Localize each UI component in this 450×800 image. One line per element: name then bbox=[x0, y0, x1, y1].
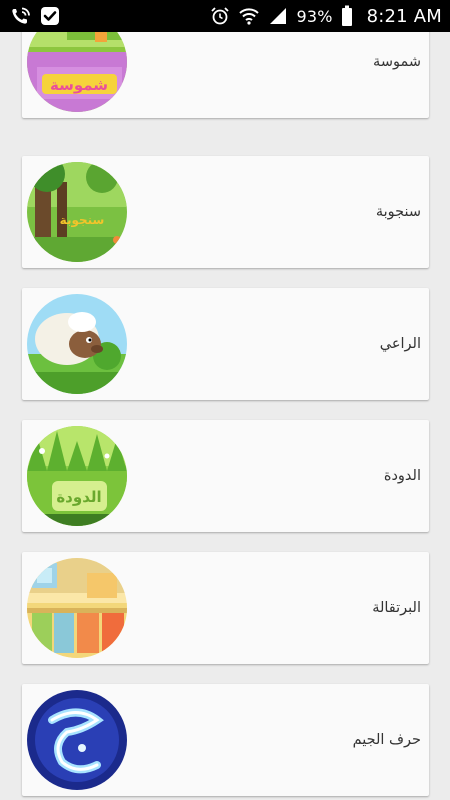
cartoon-list[interactable]: شموسة شموسة سنجوبة سنجوبة الراعي الدودة … bbox=[0, 32, 450, 800]
svg-text:سنجوبة: سنجوبة bbox=[60, 213, 105, 228]
list-item-shepherd[interactable]: الراعي bbox=[22, 288, 429, 400]
signal-icon bbox=[268, 6, 288, 26]
status-bar: 93% 8:21 AM bbox=[0, 0, 450, 32]
checkmark-app-icon bbox=[40, 6, 60, 26]
letter-jeem-thumbnail bbox=[27, 690, 127, 790]
shepherd-thumbnail bbox=[27, 294, 127, 394]
list-item-title: البرتقالة bbox=[372, 600, 421, 616]
status-bar-left bbox=[10, 6, 60, 26]
battery-icon bbox=[341, 5, 353, 27]
list-item-title: حرف الجيم bbox=[352, 732, 421, 748]
list-item-shamousa[interactable]: شموسة شموسة bbox=[22, 32, 429, 118]
list-item-orange[interactable]: البرتقالة bbox=[22, 552, 429, 664]
list-item-title: الراعي bbox=[379, 336, 421, 352]
list-item-sanjouba[interactable]: سنجوبة سنجوبة bbox=[22, 156, 429, 268]
svg-text:الدودة: الدودة bbox=[56, 488, 101, 506]
list-item-worm[interactable]: الدودة الدودة bbox=[22, 420, 429, 532]
worm-thumbnail: الدودة bbox=[27, 426, 127, 526]
shamousa-thumbnail: شموسة bbox=[27, 32, 127, 112]
alarm-icon bbox=[210, 6, 230, 26]
sanjouba-thumbnail: سنجوبة bbox=[27, 162, 127, 262]
battery-percent: 93% bbox=[296, 6, 333, 26]
wifi-icon bbox=[238, 6, 260, 26]
list-item-letter-jeem[interactable]: حرف الجيم bbox=[22, 684, 429, 796]
orange-thumbnail bbox=[27, 558, 127, 658]
status-bar-right: 93% 8:21 AM bbox=[210, 5, 442, 27]
list-item-title: شموسة bbox=[373, 54, 421, 70]
list-item-title: الدودة bbox=[383, 468, 421, 484]
svg-text:شموسة: شموسة bbox=[50, 76, 108, 94]
phone-wifi-icon bbox=[10, 6, 32, 26]
list-item-title: سنجوبة bbox=[375, 204, 421, 220]
clock: 8:21 AM bbox=[366, 5, 442, 27]
